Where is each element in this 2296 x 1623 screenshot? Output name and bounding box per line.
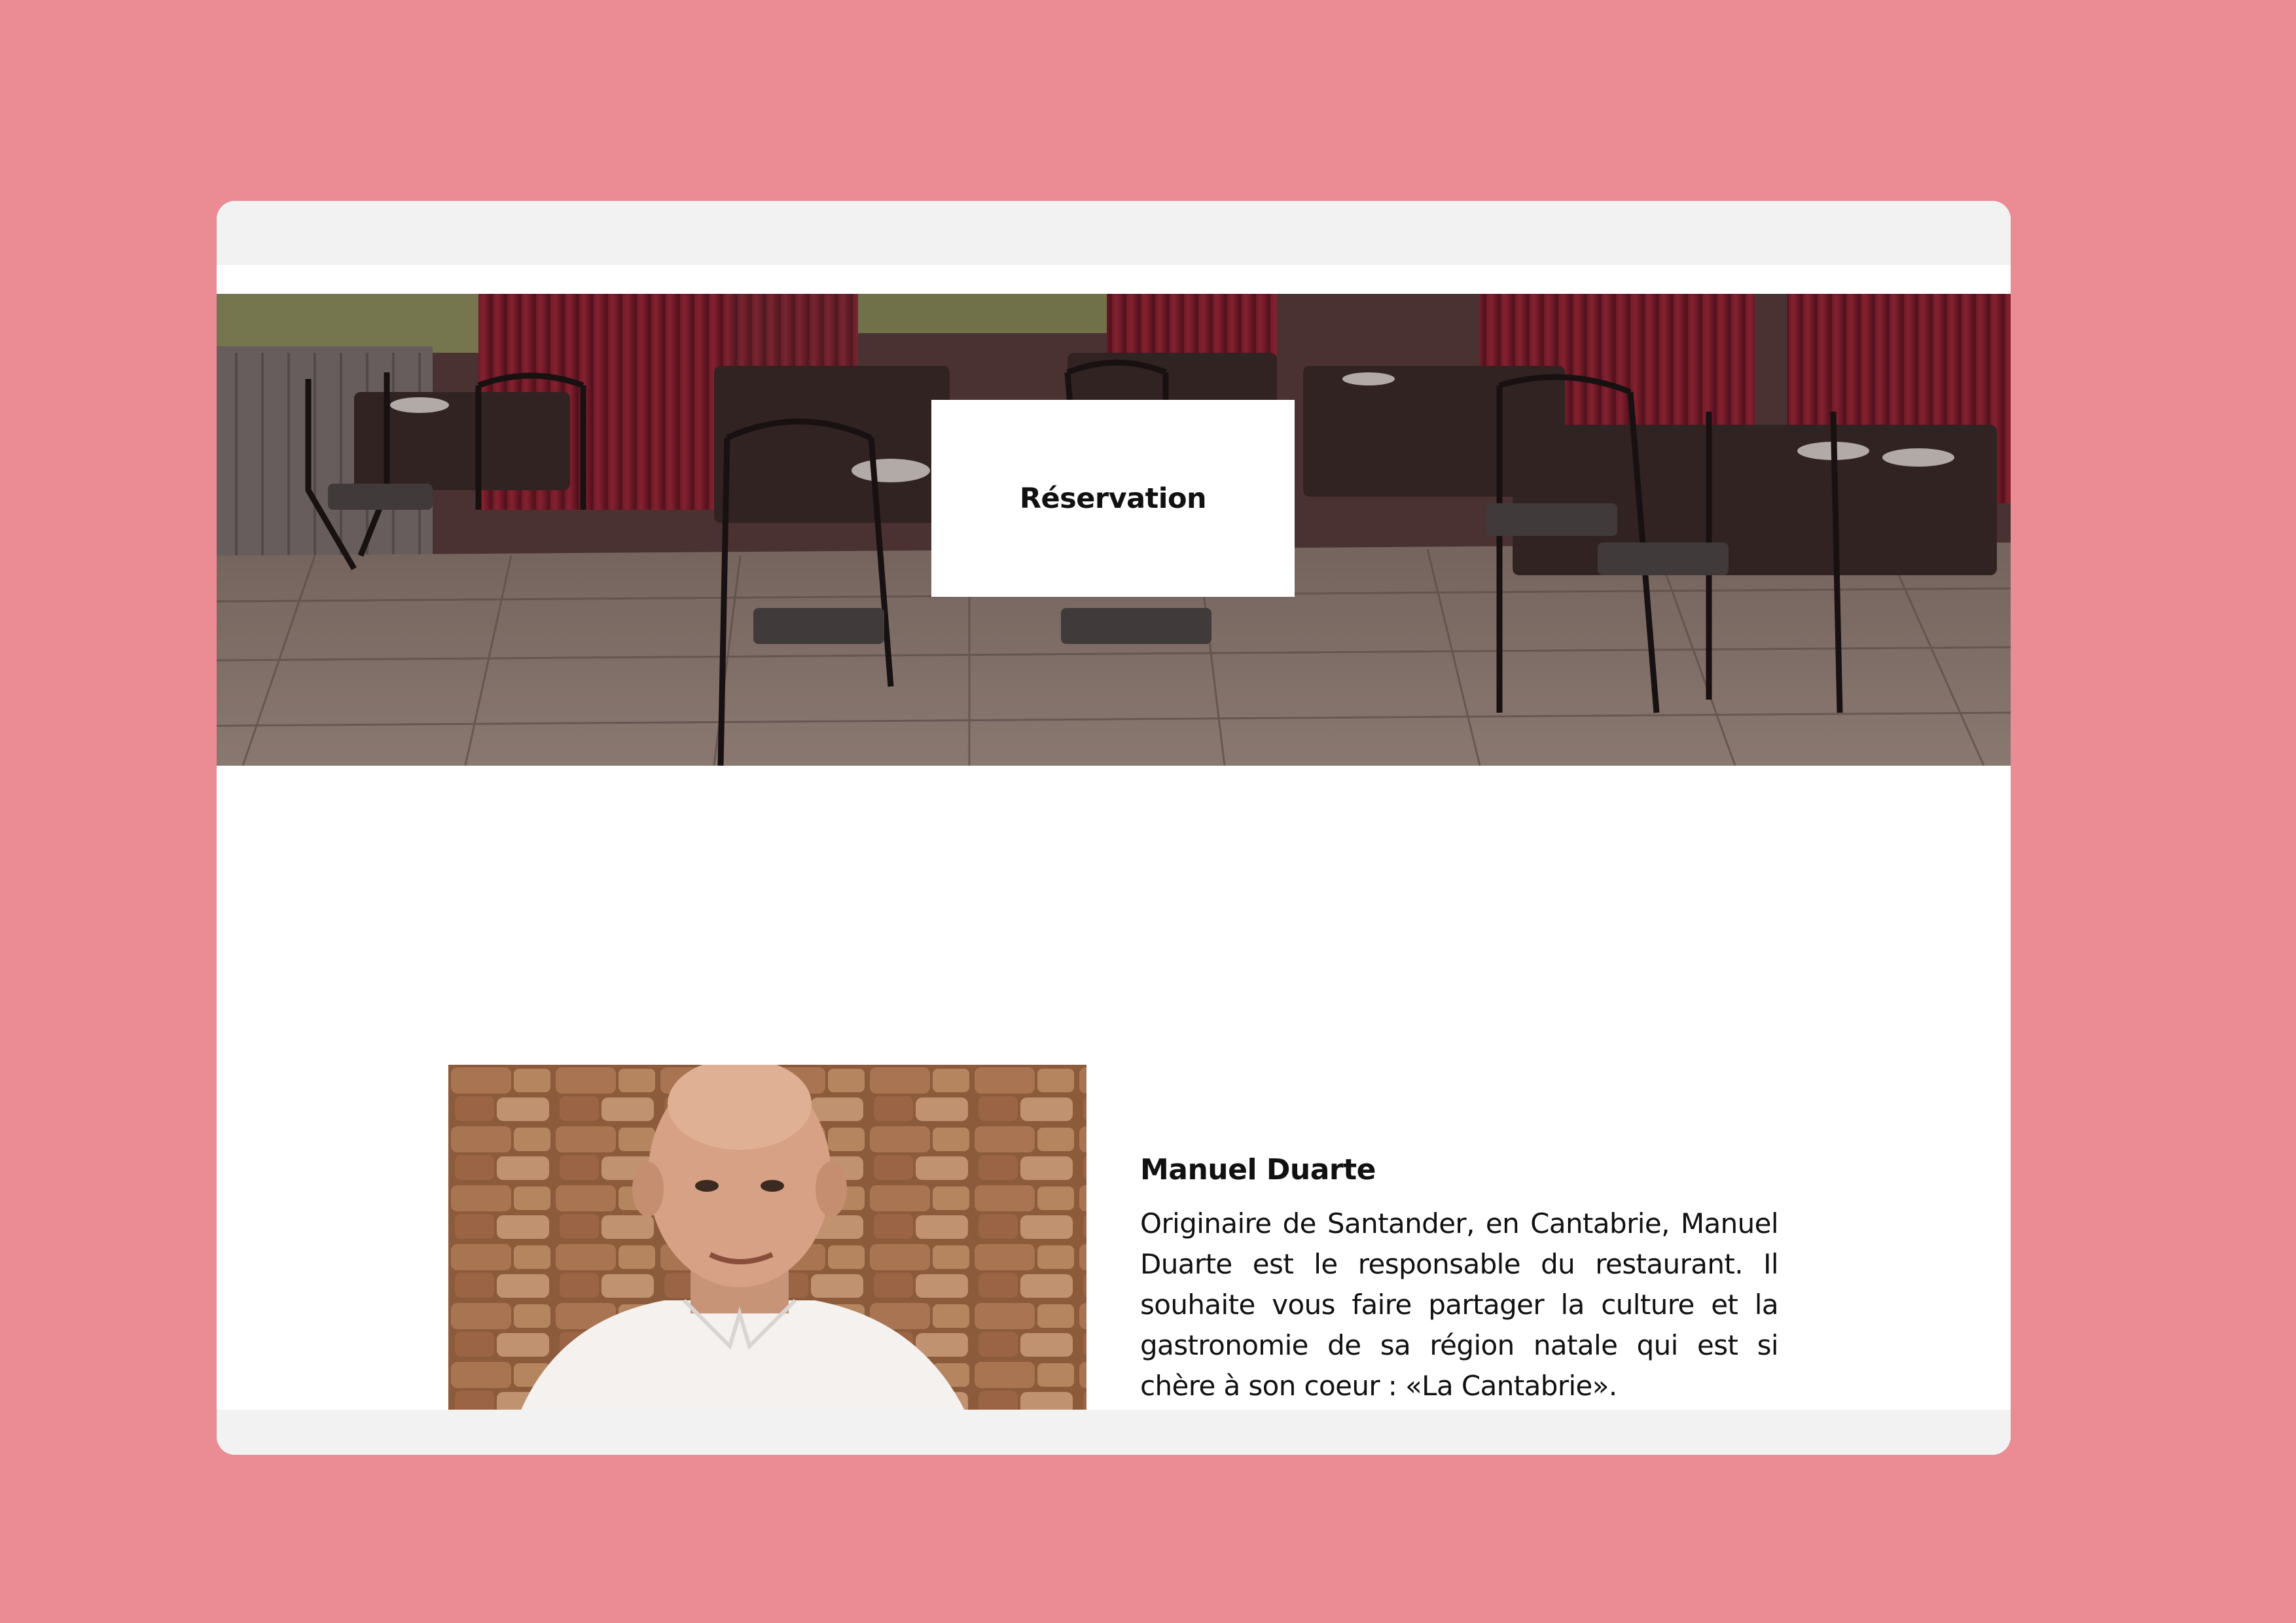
- portrait-photo: [448, 1065, 1086, 1412]
- window-footer: [217, 1410, 2011, 1455]
- chef-portrait-image: [448, 1065, 1086, 1412]
- profile-section: Manuel Duarte Originaire de Santander, e…: [1140, 1153, 1779, 1406]
- hero-banner: Réservation: [217, 294, 2011, 766]
- reservation-button[interactable]: Réservation: [931, 400, 1295, 597]
- window-titlebar: [217, 201, 2011, 265]
- profile-bio: Originaire de Santander, en Cantabrie, M…: [1140, 1207, 1779, 1402]
- browser-window: Réservation Manuel Duarte Originaire de …: [217, 201, 2011, 1455]
- profile-name: Manuel Duarte: [1140, 1153, 1376, 1186]
